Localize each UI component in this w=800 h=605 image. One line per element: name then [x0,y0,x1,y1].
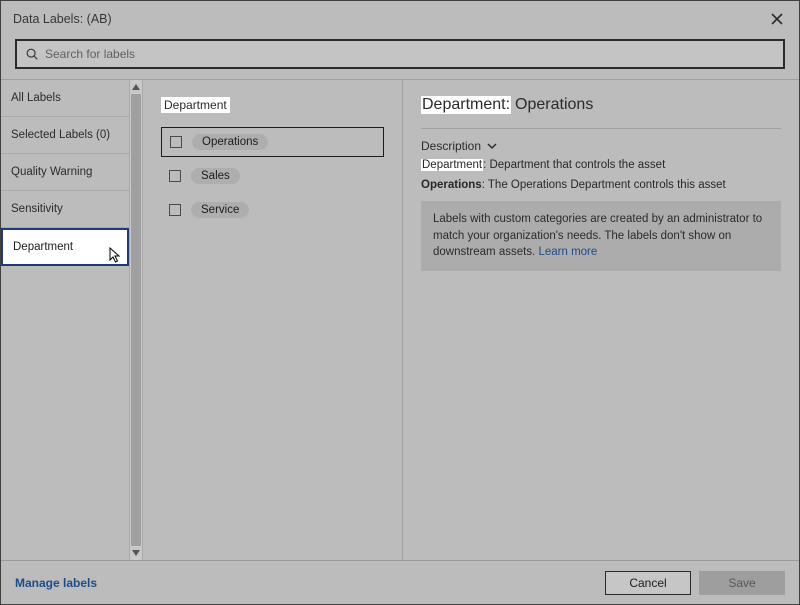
detail-value: Operations [515,96,593,114]
sidebar-item-label: Selected Labels (0) [11,129,110,141]
scrollbar-thumb[interactable] [131,94,141,546]
footer: Manage labels Cancel Save [1,560,799,604]
label-row-service[interactable]: Service [161,195,384,225]
label-row-sales[interactable]: Sales [161,161,384,191]
label-pill: Operations [192,134,268,150]
label-row-operations[interactable]: Operations [161,127,384,157]
scroll-up-icon[interactable] [130,80,142,94]
cursor-icon [109,247,123,268]
close-button[interactable] [767,9,787,29]
sidebar-item-all-labels[interactable]: All Labels [1,80,129,117]
description-line-2: Operations: The Operations Department co… [421,179,781,191]
search-row [1,37,799,79]
divider [421,128,781,129]
sidebar-item-sensitivity[interactable]: Sensitivity [1,191,129,228]
sidebar-item-label: Quality Warning [11,166,92,178]
sidebar-scrollbar[interactable] [129,80,143,560]
desc-line1-rest: : Department that controls the asset [483,159,665,171]
search-icon [25,47,39,61]
desc-line2-prefix: Operations [421,179,482,191]
info-box: Labels with custom categories are create… [421,201,781,271]
labels-category-title: Department [161,97,230,113]
detail-panel: Department: Operations Description Depar… [403,80,799,560]
learn-more-link[interactable]: Learn more [538,246,597,258]
sidebar-item-label: Department [13,241,73,253]
sidebar-item-department[interactable]: Department [1,228,129,266]
sidebar: All Labels Selected Labels (0) Quality W… [1,80,129,560]
sidebar-item-selected-labels[interactable]: Selected Labels (0) [1,117,129,154]
detail-category: Department: [421,96,511,114]
desc-line1-prefix: Department [421,159,483,171]
dialog-title: Data Labels: (AB) [13,12,112,26]
checkbox[interactable] [170,136,182,148]
close-icon [770,12,784,26]
titlebar: Data Labels: (AB) [1,1,799,37]
cancel-button[interactable]: Cancel [605,571,691,595]
description-toggle[interactable]: Description [421,139,781,153]
search-input[interactable] [45,47,775,61]
info-text: Labels with custom categories are create… [433,213,762,258]
checkbox[interactable] [169,204,181,216]
labels-list: Department Operations Sales Service [143,80,403,560]
label-pill: Service [191,202,249,218]
scroll-down-icon[interactable] [130,546,142,560]
checkbox[interactable] [169,170,181,182]
description-label: Description [421,139,481,153]
sidebar-item-label: All Labels [11,92,61,104]
detail-title: Department: Operations [421,96,781,114]
search-box[interactable] [15,39,785,69]
save-button[interactable]: Save [699,571,785,595]
desc-line2-rest: : The Operations Department controls thi… [482,179,726,191]
sidebar-item-label: Sensitivity [11,203,63,215]
label-pill: Sales [191,168,240,184]
chevron-down-icon [487,143,497,150]
manage-labels-link[interactable]: Manage labels [15,576,97,590]
description-line-1: Department: Department that controls the… [421,159,781,171]
sidebar-item-quality-warning[interactable]: Quality Warning [1,154,129,191]
